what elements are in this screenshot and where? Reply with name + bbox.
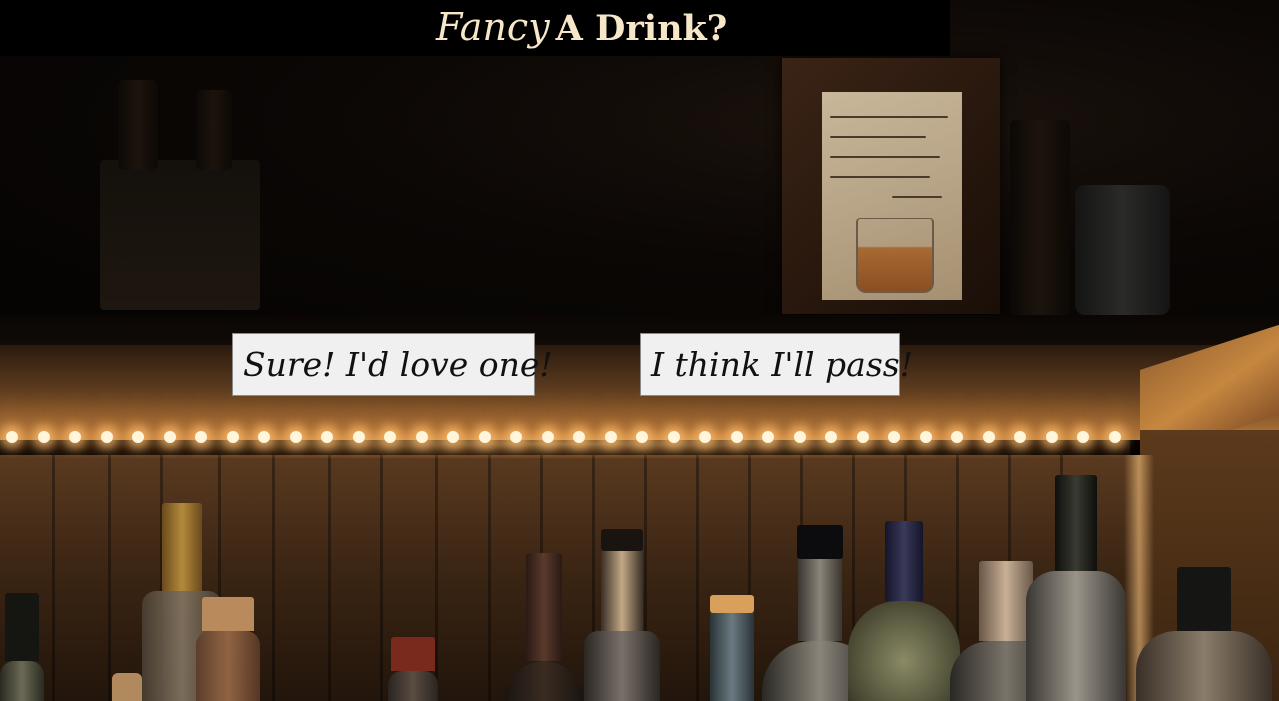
led-light [636,431,648,443]
led-light [416,431,428,443]
liquor-bottle [1026,475,1126,701]
led-light [668,431,680,443]
title-fancy-word: Fancy [436,5,550,49]
led-light [290,431,302,443]
shadow-bottle [1010,120,1070,315]
led-light [731,431,743,443]
led-light [164,431,176,443]
led-light [825,431,837,443]
led-light [1014,431,1026,443]
decline-drink-button[interactable]: I think I'll pass! [640,333,913,396]
liquor-bottle [848,521,960,701]
led-light [1046,431,1058,443]
led-light [101,431,113,443]
wall-plank-line [108,455,111,701]
wall-picture-frame [782,58,1000,314]
picture-print [822,92,962,300]
led-light [479,431,491,443]
led-light [447,431,459,443]
bar-background: Fancy A Drink? Sure! I'd love one! I thi… [0,0,1279,701]
led-light [384,431,396,443]
shadow-bottle [196,90,232,170]
led-light [132,431,144,443]
liquor-bottle [0,593,44,701]
liquor-bottle [710,595,754,701]
led-light [888,431,900,443]
whiskey-glass-illustration [856,218,934,293]
liquor-bottle [112,673,142,701]
led-light [951,431,963,443]
led-light [510,431,522,443]
led-light [762,431,774,443]
led-light [699,431,711,443]
wall-plank-line [272,455,275,701]
wall-plank-line [380,455,383,701]
led-light [38,431,50,443]
led-light [258,431,270,443]
led-light [857,431,869,443]
led-light [353,431,365,443]
wall-plank-line [328,455,331,701]
liquor-bottle [584,529,660,701]
led-light [542,431,554,443]
led-light-strip [0,395,1140,465]
liquor-bottle [505,553,583,701]
led-light [983,431,995,443]
shadow-bottle [118,80,158,170]
liquor-bottle [1136,567,1272,701]
page-title: Fancy A Drink? [436,4,727,52]
led-light [1077,431,1089,443]
led-light [1109,431,1121,443]
title-rest: A Drink? [555,8,728,49]
wall-plank-line [488,455,491,701]
led-light [6,431,18,443]
led-light [573,431,585,443]
led-light [195,431,207,443]
accept-drink-button[interactable]: Sure! I'd love one! [232,333,553,396]
shadow-bottle [1075,185,1170,315]
led-light [321,431,333,443]
liquor-bottle [388,637,438,701]
liquor-bottle [196,597,260,701]
tonic-water-bottle [100,160,260,310]
led-light [227,431,239,443]
led-light [920,431,932,443]
wall-plank-line [696,455,699,701]
led-light [605,431,617,443]
led-light [69,431,81,443]
led-light [794,431,806,443]
wall-plank-line [52,455,55,701]
